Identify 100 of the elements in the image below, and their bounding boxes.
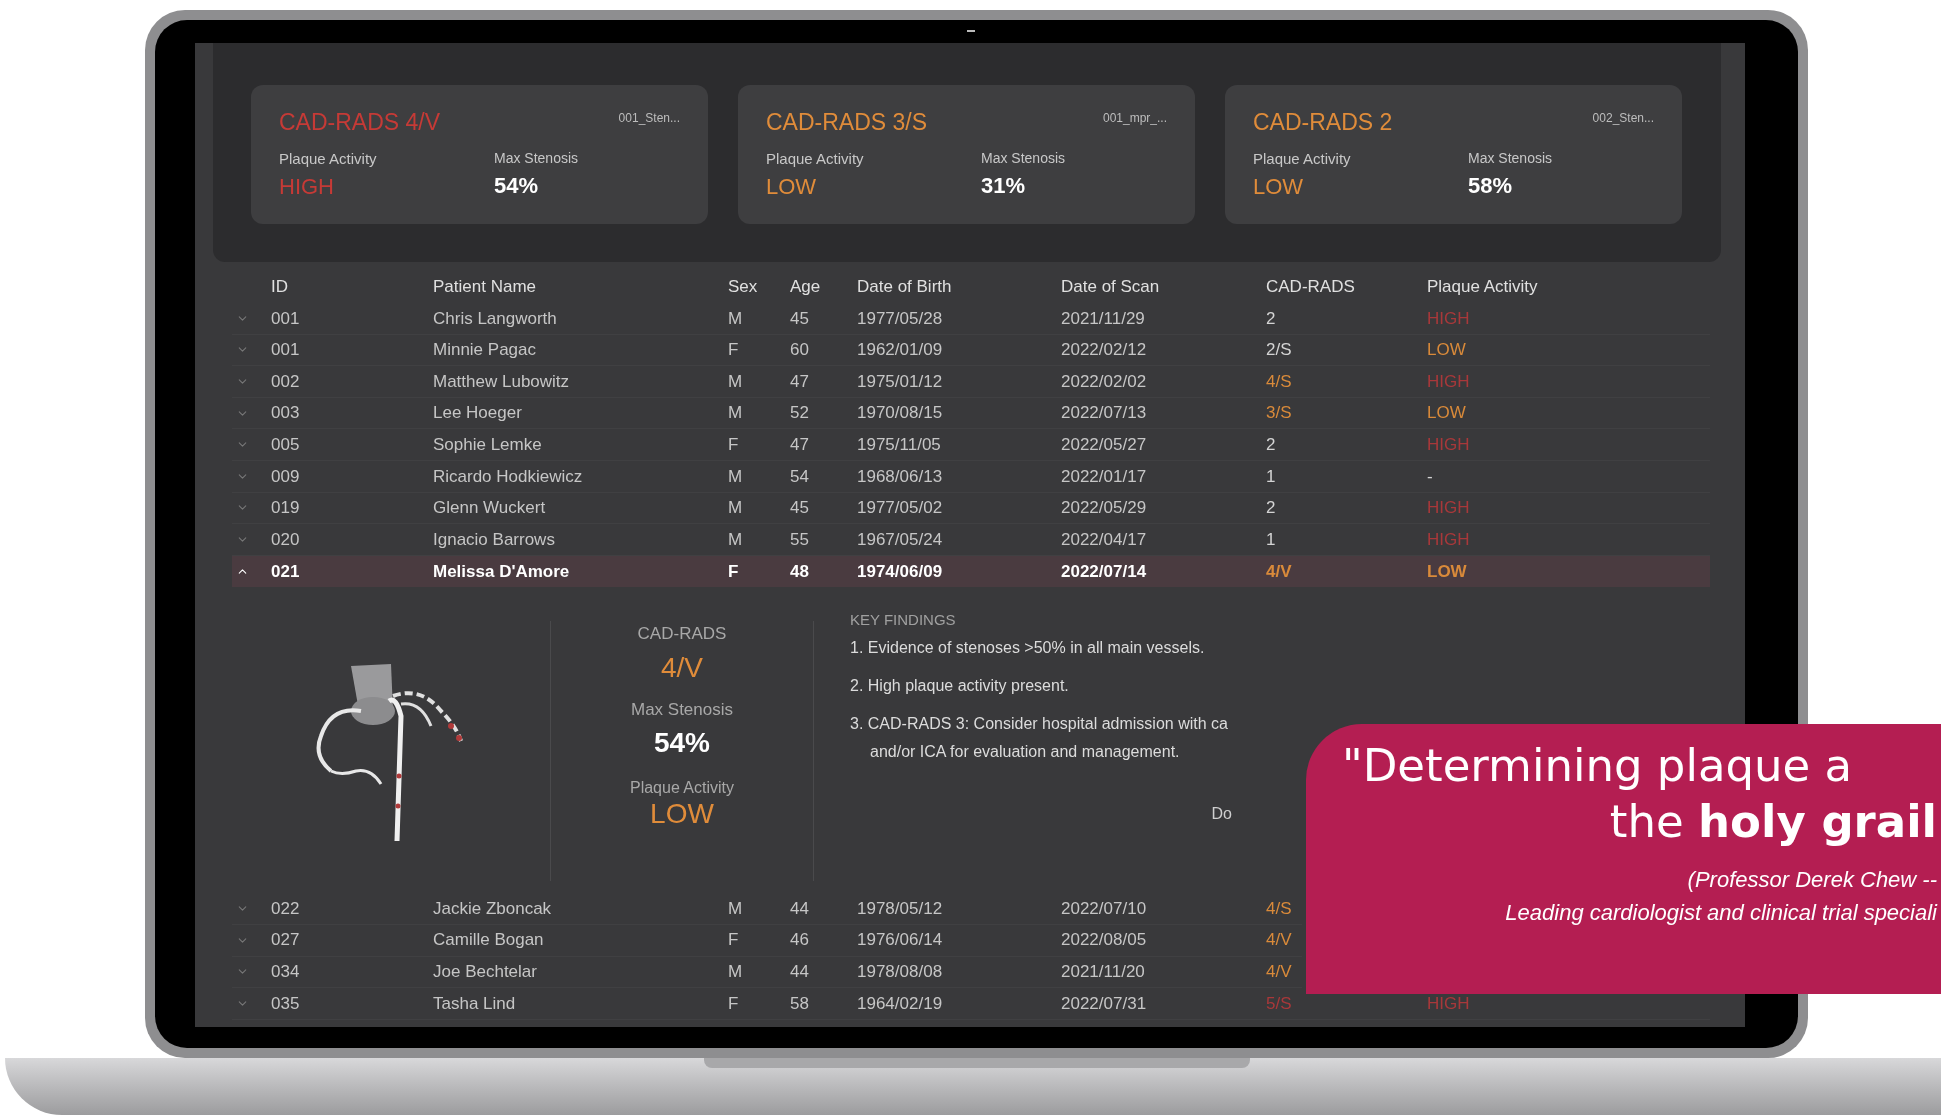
age-cell-text: 46 [790,929,809,952]
activity-cell-text: HIGH [1427,528,1470,551]
name-cell-text: Chris Langworth [433,307,557,330]
activity-value: HIGH [279,173,334,201]
id-cell-text: 005 [271,433,300,456]
id-cell-text: 034 [271,961,300,984]
id-cell-text: 003 [271,402,300,425]
cad-rads-cell-text: 1 [1266,465,1276,488]
table-row[interactable]: 002 Matthew Lubowitz M 47 1975/01/12 2022/02/02 4/S HIGH [232,366,1710,398]
stenosis-label: Max Stenosis [494,148,579,168]
scan-date-cell-text: 2022/05/27 [1061,433,1147,456]
activity-label: Plaque Activity [279,148,377,169]
id-cell-text: 022 [271,897,300,920]
dob-cell-text: 1968/06/13 [857,465,943,488]
age-cell-text: 44 [790,961,809,984]
table-row[interactable]: 034 Joe Bechtelar M 44 1978/08/08 2021/11/20 4/V [232,956,1302,989]
scan-date-cell-text: 2022/07/14 [1061,560,1147,583]
column-header[interactable]: CAD-RADS [1266,274,1355,300]
age-cell-text: 60 [790,339,809,362]
finding-text: and/or ICA for evaluation and management. [869,741,1180,762]
age-cell-text: 47 [790,433,809,456]
id-cell-text: 002 [271,370,300,393]
sex-cell-text: M [728,961,743,984]
table-row[interactable]: 009 Ricardo Hodkiewicz M 54 1968/06/13 2022/01/17 1 - [232,460,1710,493]
table-row[interactable]: 019 Glenn Wuckert M 45 1977/05/02 2022/05/29 2 HIGH [232,492,1710,525]
stenosis-value: 58% [1468,171,1513,200]
table-row[interactable]: 021 Melissa D'Amore F 48 1974/06/09 2022/07/14 4/V LOW [232,555,1710,588]
file-name: 002_Sten... [1592,110,1654,127]
cad-rads-cell-text: 3/S [1266,402,1292,425]
dob-cell-text: 1977/05/28 [857,307,943,330]
age-cell-text: 47 [790,370,809,393]
cad-rads-cell-text: 2 [1266,497,1276,520]
finding-text: 2. High plaque activity present. [850,675,1069,696]
stenosis-value: 54% [494,171,539,200]
activity-cell-text: LOW [1427,402,1466,425]
finding-text: 1. Evidence of stenoses >50% in all main vessels. [850,637,1205,658]
column-header[interactable]: Sex [728,274,758,300]
age-cell-text: 52 [790,402,809,425]
sex-cell-text: F [728,433,739,456]
table-row[interactable]: 003 Lee Hoeger M 52 1970/08/15 2022/07/13 3/S LOW [232,397,1710,430]
table-row[interactable]: 005 Sophie Lemke F 47 1975/11/05 2022/05/27 2 HIGH [232,429,1710,461]
cad-rads-cell-text: 4/V [1266,929,1292,952]
card-title: CAD-RADS 4/V [279,108,441,137]
name-cell-text: Matthew Lubowitz [433,370,570,393]
column-header[interactable]: Plaque Activity [1427,274,1538,300]
scan-date-cell-text: 2021/11/20 [1061,961,1145,984]
file-name: 001_mpr_... [1102,110,1167,127]
column-header[interactable]: Patient Name [433,274,536,300]
activity-value: LOW [1253,173,1304,201]
id-cell-text: 001 [271,307,300,330]
findings-title: KEY FINDINGS [850,610,956,631]
column-header[interactable]: Date of Birth [857,274,952,300]
id-cell-text: 021 [271,560,300,583]
sex-cell-text: F [728,339,739,362]
id-cell-text: 001 [271,339,300,362]
sex-cell-text: M [728,370,743,393]
quote-text: "Determining plaque a [1342,738,1853,794]
scan-date-cell-text: 2022/07/10 [1061,897,1147,920]
activity-value: LOW [766,173,817,201]
column-header[interactable]: ID [271,274,288,300]
dob-cell-text: 1974/06/09 [857,560,943,583]
dob-cell-text: 1967/05/24 [857,528,943,551]
scan-date-cell-text: 2021/11/29 [1061,307,1145,330]
finding-text: 3. CAD-RADS 3: Consider hospital admission with ca [850,713,1228,734]
sex-cell-text: M [728,402,743,425]
scan-date-cell-text: 2022/07/13 [1061,402,1147,425]
scan-date-cell-text: 2022/01/17 [1061,465,1147,488]
sex-cell-text: M [728,528,743,551]
name-cell-text: Minnie Pagac [433,339,536,362]
age-cell-text: 44 [790,897,809,920]
age-cell-text: 54 [790,465,809,488]
sex-cell-text: F [728,992,739,1015]
stenosis-label: Max Stenosis [1468,148,1553,168]
table-row[interactable]: 027 Camille Bogan F 46 1976/06/14 2022/08/05 4/V [232,924,1302,957]
cad-rads-cell-text: 4/V [1266,560,1292,583]
id-cell-text: 009 [271,465,300,488]
summary-card[interactable]: CAD-RADS 4/V 001_Sten... Plaque Activity HIGH Max Stenosis 54% [251,85,708,224]
download-link[interactable]: Do [1211,801,1232,826]
table-row[interactable]: 001 Chris Langworth M 45 1977/05/28 2021/11/29 2 HIGH [232,303,1710,335]
table-row[interactable]: 022 Jackie Zboncak M 44 1978/05/12 2022/07/10 4/S [232,893,1302,925]
name-cell-text: Jackie Zboncak [433,897,552,920]
name-cell-text: Ricardo Hodkiewicz [433,465,583,488]
activity-cell-text: HIGH [1427,992,1470,1015]
table-row[interactable]: 020 Ignacio Barrows M 55 1967/05/24 2022/04/17 1 HIGH [232,524,1710,556]
summary-card[interactable]: CAD-RADS 2 002_Sten... Plaque Activity LOW Max Stenosis 58% [1225,85,1682,224]
activity-cell-text: HIGH [1427,307,1470,330]
dob-cell-text: 1970/08/15 [857,402,943,425]
id-cell-text: 027 [271,929,300,952]
stenosis-label: Max Stenosis [630,698,733,721]
column-header[interactable]: Age [790,274,821,300]
stenosis-value: 54% [653,726,710,761]
activity-cell-text: LOW [1427,339,1466,362]
summary-card[interactable]: CAD-RADS 3/S 001_mpr_... Plaque Activity LOW Max Stenosis 31% [738,85,1195,224]
activity-value: LOW [650,800,714,829]
column-header[interactable]: Date of Scan [1061,274,1160,300]
scan-date-cell-text: 2022/05/29 [1061,497,1147,520]
age-cell-text: 45 [790,307,809,330]
attribution-text: (Professor Derek Chew -- [1687,865,1937,894]
table-row[interactable]: 001 Minnie Pagac F 60 1962/01/09 2022/02/12 2/S LOW [232,334,1710,367]
dob-cell-text: 1975/01/12 [857,370,943,393]
